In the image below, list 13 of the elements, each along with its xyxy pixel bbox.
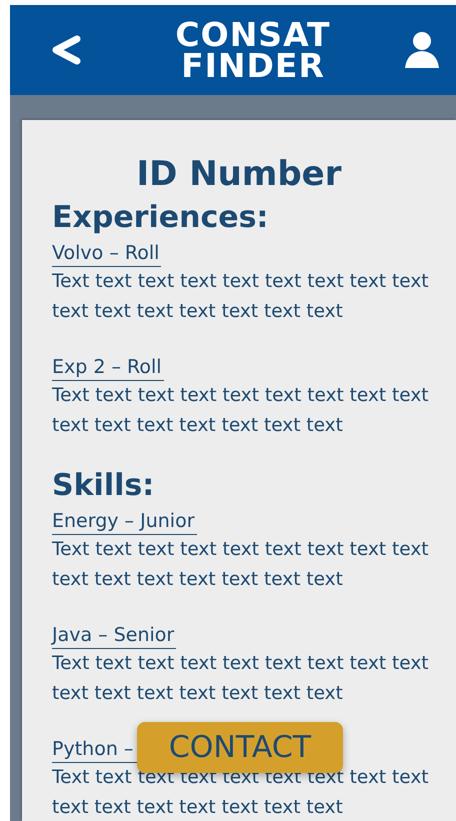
item-description: Text text text text text text text text text text text text text text text text [52, 538, 430, 592]
item-description: Text text text text text text text text text text text text text text text text [52, 270, 430, 324]
item-title: Java – Senior [52, 622, 176, 649]
section-heading: Skills: [52, 468, 156, 504]
logo: CONSAT FINDER [175, 19, 331, 81]
item-description: Text text text text text text text text text text text text text text text text [52, 384, 430, 438]
item-description: Text text text text text text text text text text text text text text text text [52, 652, 430, 706]
item-title: Volvo – Roll [52, 240, 162, 267]
profile-title: ID Number [136, 153, 342, 196]
item-title: Energy – Junior [52, 508, 196, 535]
section-heading: Experiences: [52, 200, 270, 236]
item-title: Exp 2 – Roll [52, 354, 164, 381]
user-icon[interactable] [402, 30, 442, 70]
